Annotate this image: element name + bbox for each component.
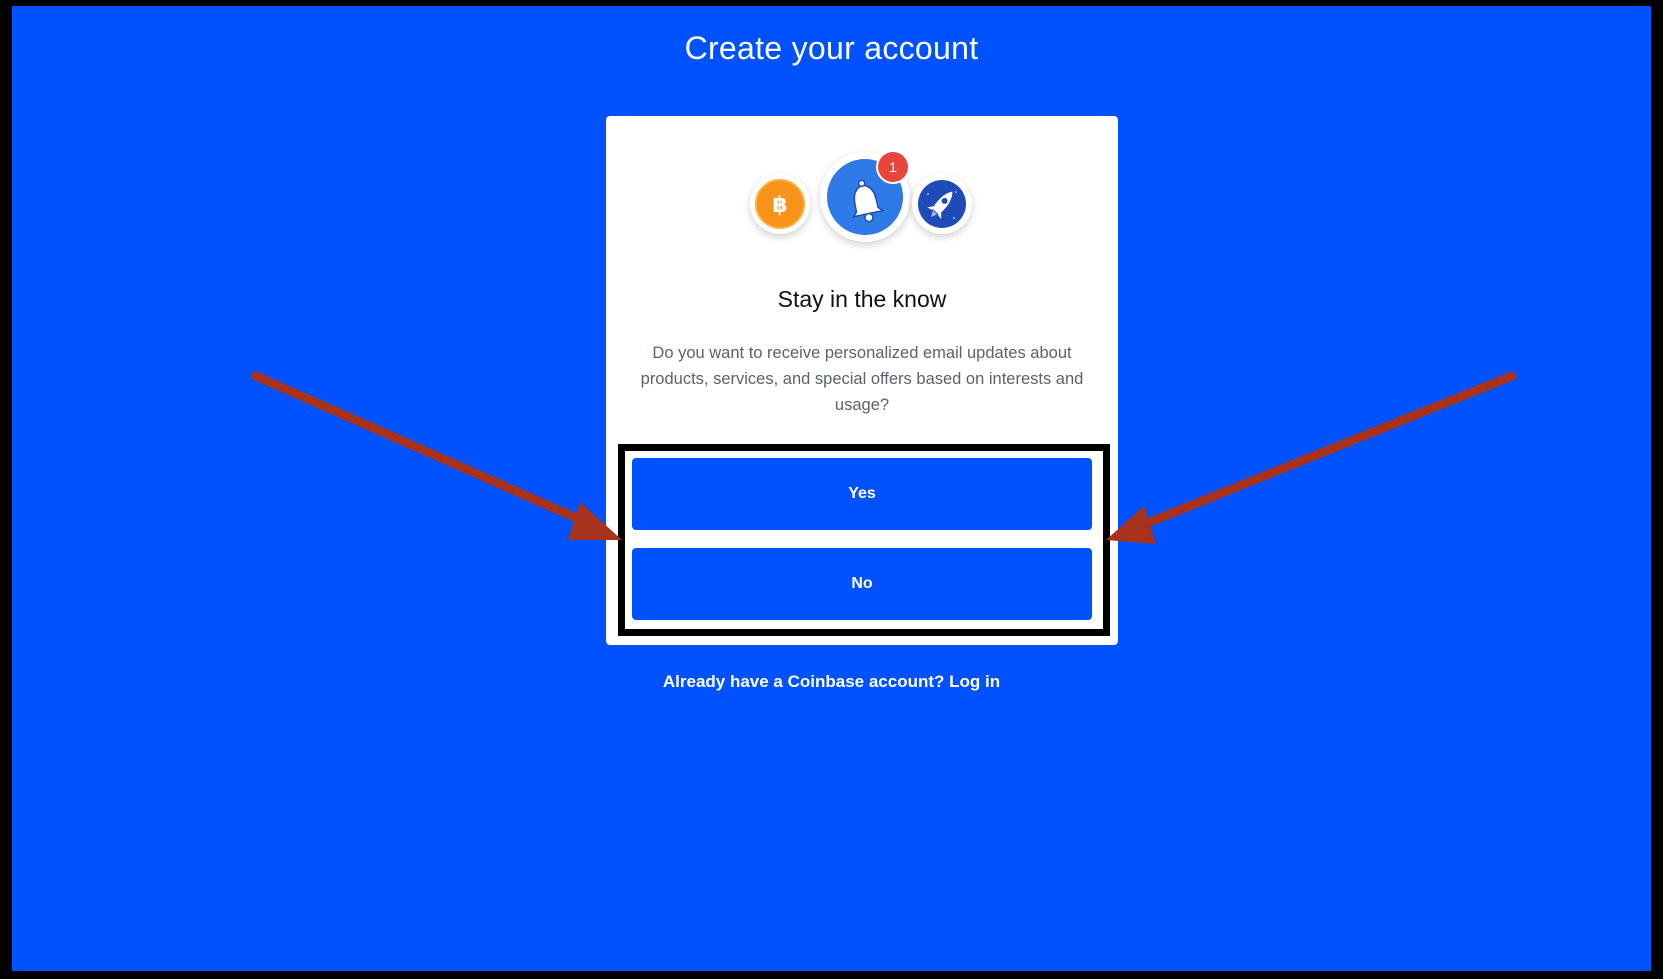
page-title: Create your account (684, 30, 979, 66)
bitcoin-icon: ฿ (750, 174, 810, 234)
card-heading: Stay in the know (777, 286, 947, 312)
no-button[interactable]: No (632, 548, 1092, 620)
svg-text:฿: ฿ (772, 193, 787, 218)
icon-row: ฿ 1 (606, 152, 1118, 262)
login-link[interactable]: Already have a Coinbase account? Log in (0, 672, 1663, 692)
card-description: Do you want to receive personalized emai… (640, 344, 1084, 414)
rocket-icon (912, 174, 972, 234)
notification-badge: 1 (878, 152, 908, 182)
yes-button[interactable]: Yes (632, 458, 1092, 530)
